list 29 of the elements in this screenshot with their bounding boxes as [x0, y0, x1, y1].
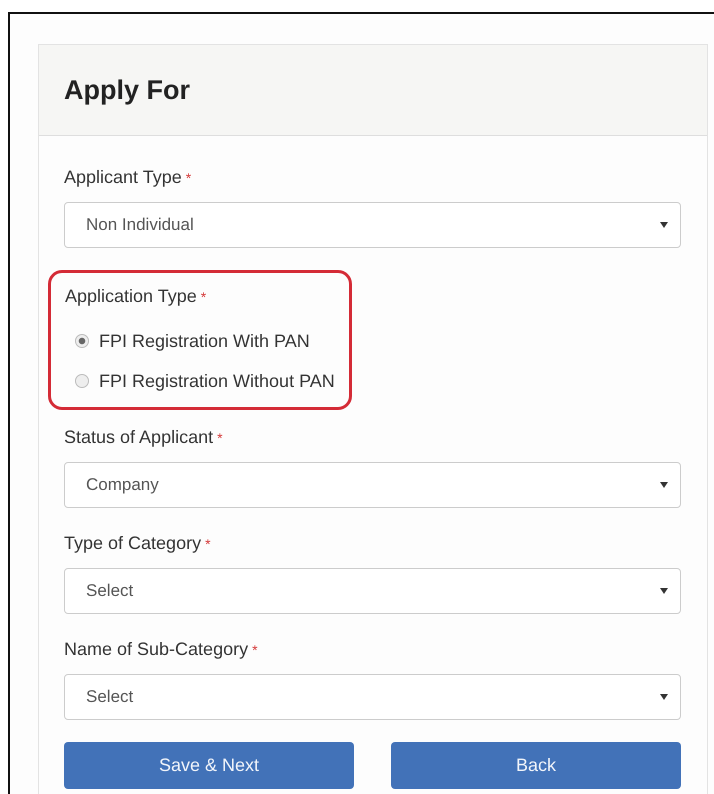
caret-icon [660, 222, 668, 228]
required-mark: * [205, 536, 211, 552]
required-mark: * [217, 430, 223, 446]
radio-button[interactable] [75, 334, 89, 348]
select-value: Non Individual [86, 215, 194, 235]
radio-label: FPI Registration Without PAN [99, 370, 335, 392]
select-value: Select [86, 581, 134, 601]
select-field[interactable]: Select [64, 568, 681, 614]
select-value: Company [86, 475, 159, 495]
radio-label: FPI Registration With PAN [99, 330, 310, 352]
required-mark: * [200, 289, 206, 305]
back-button[interactable]: Back [391, 742, 681, 789]
field-label: Application Type [65, 286, 197, 306]
field-label: Name of Sub-Category [64, 639, 248, 659]
field-label: Type of Category [64, 533, 202, 553]
caret-icon [660, 482, 668, 488]
select-field[interactable]: Company [64, 462, 681, 508]
card-title: Apply For [64, 74, 190, 106]
select-field[interactable]: Non Individual [64, 202, 681, 248]
required-mark: * [186, 170, 192, 186]
radio-button[interactable] [75, 374, 89, 388]
field-label: Applicant Type [64, 167, 182, 187]
caret-icon [660, 694, 668, 700]
caret-icon [660, 588, 668, 594]
field-label: Status of Applicant [64, 427, 214, 447]
select-value: Select [86, 687, 134, 707]
select-field[interactable]: Select [64, 674, 681, 720]
save-next-button[interactable]: Save & Next [64, 742, 354, 789]
required-mark: * [252, 642, 258, 658]
